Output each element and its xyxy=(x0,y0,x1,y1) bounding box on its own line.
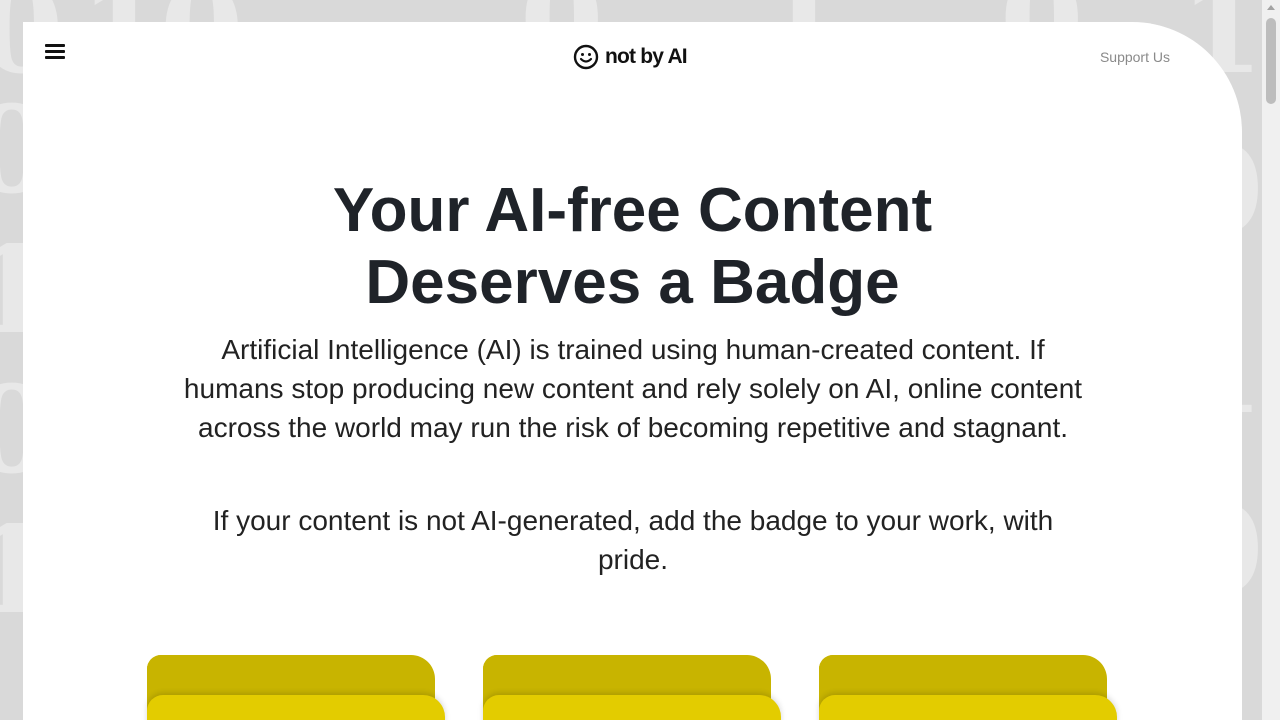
badge-folder-3[interactable] xyxy=(819,655,1117,720)
logo-text: not by AI xyxy=(605,45,688,68)
title-line-2: Deserves a Badge xyxy=(365,248,900,317)
badge-folder-2[interactable] xyxy=(483,655,781,720)
folder-front xyxy=(483,695,781,720)
smiley-face-icon xyxy=(573,44,599,70)
pride-paragraph: If your content is not AI-generated, add… xyxy=(212,505,1054,575)
folder-front xyxy=(819,695,1117,720)
intro-paragraph: Artificial Intelligence (AI) is trained … xyxy=(183,334,1083,443)
page-title: Your AI-free Content Deserves a Badge xyxy=(23,175,1242,319)
main-card: not by AI Support Us Your AI-free Conten… xyxy=(23,22,1242,720)
vertical-scrollbar[interactable] xyxy=(1262,0,1280,720)
folder-front xyxy=(147,695,445,720)
scrollbar-thumb[interactable] xyxy=(1266,18,1276,104)
scroll-up-arrow-icon[interactable] xyxy=(1267,5,1275,10)
title-line-1: Your AI-free Content xyxy=(332,176,933,245)
site-logo[interactable]: not by AI xyxy=(573,44,688,70)
hamburger-menu-icon[interactable] xyxy=(45,44,65,60)
support-us-link[interactable]: Support Us xyxy=(1100,49,1170,65)
badge-folder-1[interactable] xyxy=(147,655,445,720)
